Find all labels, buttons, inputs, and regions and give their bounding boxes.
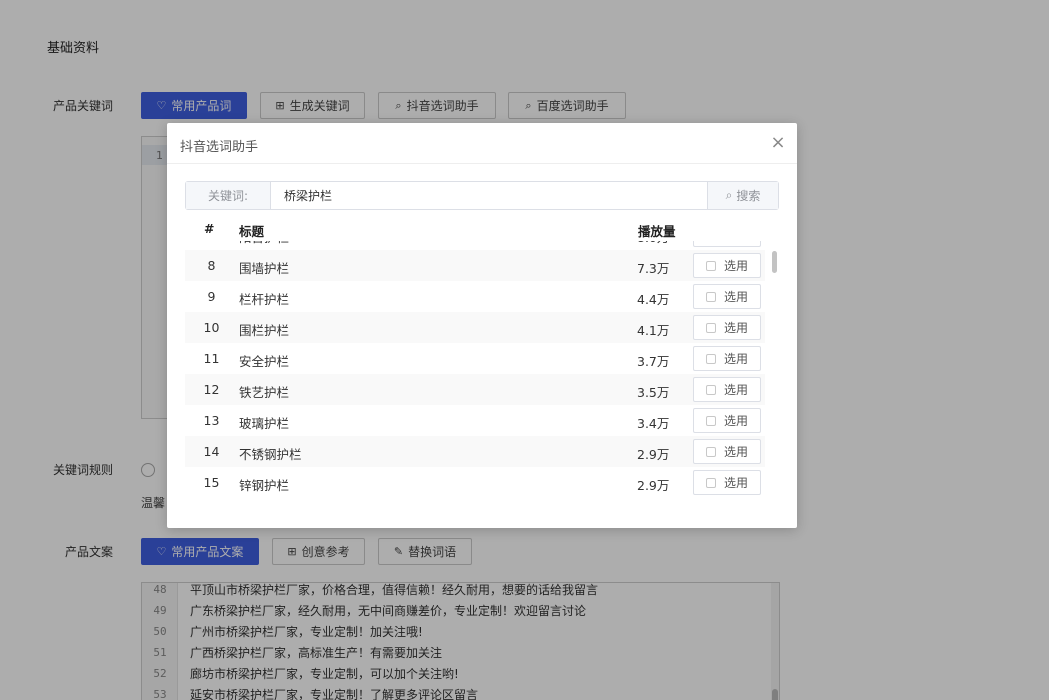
table-row: 10 围栏护栏 4.1万 选用 bbox=[185, 312, 765, 343]
row-number: 9 bbox=[207, 289, 216, 304]
douyin-word-helper-dialog: 抖音选词助手 × 关键词: ⌕ 搜索 # 标题 播放量 7阳台护栏8.0万选用8… bbox=[167, 123, 797, 528]
row-number: 13 bbox=[203, 413, 220, 428]
row-title: 围栏护栏 bbox=[239, 323, 290, 338]
select-button[interactable]: 选用 bbox=[693, 408, 761, 433]
table-row: 15 锌钢护栏 2.9万 选用 bbox=[185, 467, 765, 498]
row-plays: 2.9万 bbox=[637, 478, 670, 493]
keyword-search-bar: 关键词: ⌕ 搜索 bbox=[185, 181, 779, 210]
results-table: 7阳台护栏8.0万选用8围墙护栏7.3万选用9栏杆护栏4.4万选用10围栏护栏4… bbox=[185, 241, 765, 510]
checkbox-icon[interactable] bbox=[705, 384, 716, 395]
checkbox-icon[interactable] bbox=[705, 477, 716, 488]
row-title: 栏杆护栏 bbox=[239, 292, 290, 307]
row-plays: 4.1万 bbox=[637, 323, 670, 338]
select-label: 选用 bbox=[723, 259, 748, 273]
dialog-title: 抖音选词助手 bbox=[180, 140, 259, 155]
row-number: 15 bbox=[203, 475, 220, 490]
row-plays: 3.7万 bbox=[637, 354, 670, 369]
checkbox-icon[interactable] bbox=[705, 260, 716, 271]
search-prefix-label: 关键词: bbox=[186, 182, 271, 209]
search-icon: ⌕ bbox=[725, 188, 733, 202]
row-plays: 4.4万 bbox=[637, 292, 670, 307]
row-title: 不锈钢护栏 bbox=[239, 447, 302, 462]
select-label: 选用 bbox=[723, 445, 748, 459]
select-button[interactable]: 选用 bbox=[693, 377, 761, 402]
checkbox-icon[interactable] bbox=[705, 322, 716, 333]
row-number: 10 bbox=[203, 320, 220, 335]
select-button[interactable]: 选用 bbox=[693, 470, 761, 495]
table-row: 9 栏杆护栏 4.4万 选用 bbox=[185, 281, 765, 312]
select-label: 选用 bbox=[723, 476, 748, 490]
table-row: 14 不锈钢护栏 2.9万 选用 bbox=[185, 436, 765, 467]
row-plays: 3.5万 bbox=[637, 385, 670, 400]
select-label: 选用 bbox=[723, 321, 748, 335]
row-plays: 3.4万 bbox=[637, 416, 670, 431]
dialog-header: 抖音选词助手 × bbox=[167, 123, 797, 164]
scrollbar-thumb[interactable] bbox=[772, 251, 777, 273]
search-button[interactable]: ⌕ 搜索 bbox=[707, 182, 778, 209]
select-button[interactable]: 选用 bbox=[693, 241, 761, 247]
select-label: 选用 bbox=[724, 241, 748, 243]
table-row: 11 安全护栏 3.7万 选用 bbox=[185, 343, 765, 374]
select-button[interactable]: 选用 bbox=[693, 439, 761, 464]
row-plays: 2.9万 bbox=[637, 447, 670, 462]
row-number: 11 bbox=[203, 351, 220, 366]
checkbox-icon[interactable] bbox=[705, 291, 716, 302]
row-title: 阳台护栏 bbox=[239, 241, 289, 246]
row-plays: 8.0万 bbox=[637, 241, 669, 246]
row-title: 玻璃护栏 bbox=[239, 416, 290, 431]
select-label: 选用 bbox=[723, 414, 748, 428]
table-header: # 标题 播放量 bbox=[185, 219, 765, 241]
select-label: 选用 bbox=[723, 352, 748, 366]
select-button[interactable]: 选用 bbox=[693, 346, 761, 371]
column-header-title: 标题 bbox=[239, 224, 265, 239]
table-row: 8 围墙护栏 7.3万 选用 bbox=[185, 250, 765, 281]
table-scrollbar[interactable] bbox=[771, 251, 779, 509]
select-button[interactable]: 选用 bbox=[693, 315, 761, 340]
search-button-label: 搜索 bbox=[736, 189, 761, 203]
table-row: 7阳台护栏 8.0万 选用 bbox=[185, 241, 765, 250]
table-row: 13 玻璃护栏 3.4万 选用 bbox=[185, 405, 765, 436]
select-label: 选用 bbox=[723, 383, 748, 397]
row-title: 锌钢护栏 bbox=[239, 478, 290, 493]
close-icon[interactable]: × bbox=[769, 134, 787, 152]
row-number: 12 bbox=[203, 382, 220, 397]
row-title: 围墙护栏 bbox=[239, 261, 290, 276]
row-title: 铁艺护栏 bbox=[239, 385, 290, 400]
keyword-search-input[interactable] bbox=[271, 182, 707, 209]
select-button[interactable]: 选用 bbox=[693, 253, 761, 278]
row-plays: 7.3万 bbox=[637, 261, 670, 276]
table-row: 12 铁艺护栏 3.5万 选用 bbox=[185, 374, 765, 405]
checkbox-icon[interactable] bbox=[705, 353, 716, 364]
select-label: 选用 bbox=[723, 290, 748, 304]
row-number: 14 bbox=[203, 444, 220, 459]
row-number: 8 bbox=[207, 258, 216, 273]
column-header-plays: 播放量 bbox=[638, 224, 676, 239]
row-title: 安全护栏 bbox=[239, 354, 290, 369]
checkbox-icon[interactable] bbox=[705, 446, 716, 457]
column-header-num: # bbox=[204, 221, 215, 236]
row-number: 7 bbox=[185, 241, 238, 242]
select-button[interactable]: 选用 bbox=[693, 284, 761, 309]
checkbox-icon[interactable] bbox=[705, 415, 716, 426]
